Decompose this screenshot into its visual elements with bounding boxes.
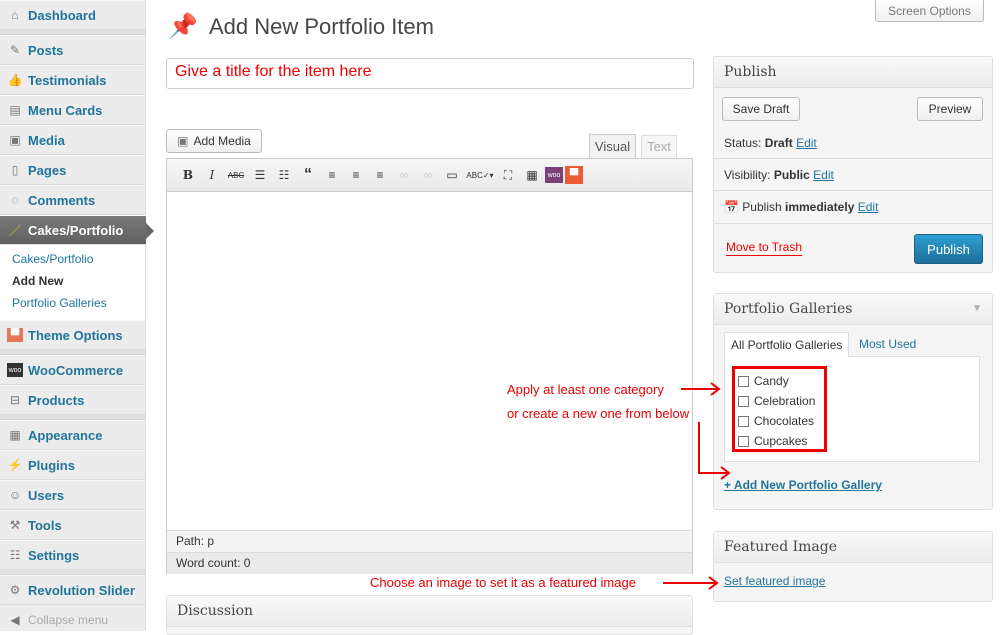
arrow-to-categories	[681, 382, 721, 396]
arrow-to-add-new	[698, 422, 731, 480]
annotation-arrows	[663, 382, 731, 590]
arrow-to-featured	[663, 576, 719, 590]
tab-all-galleries[interactable]: All Portfolio Galleries	[724, 332, 850, 357]
